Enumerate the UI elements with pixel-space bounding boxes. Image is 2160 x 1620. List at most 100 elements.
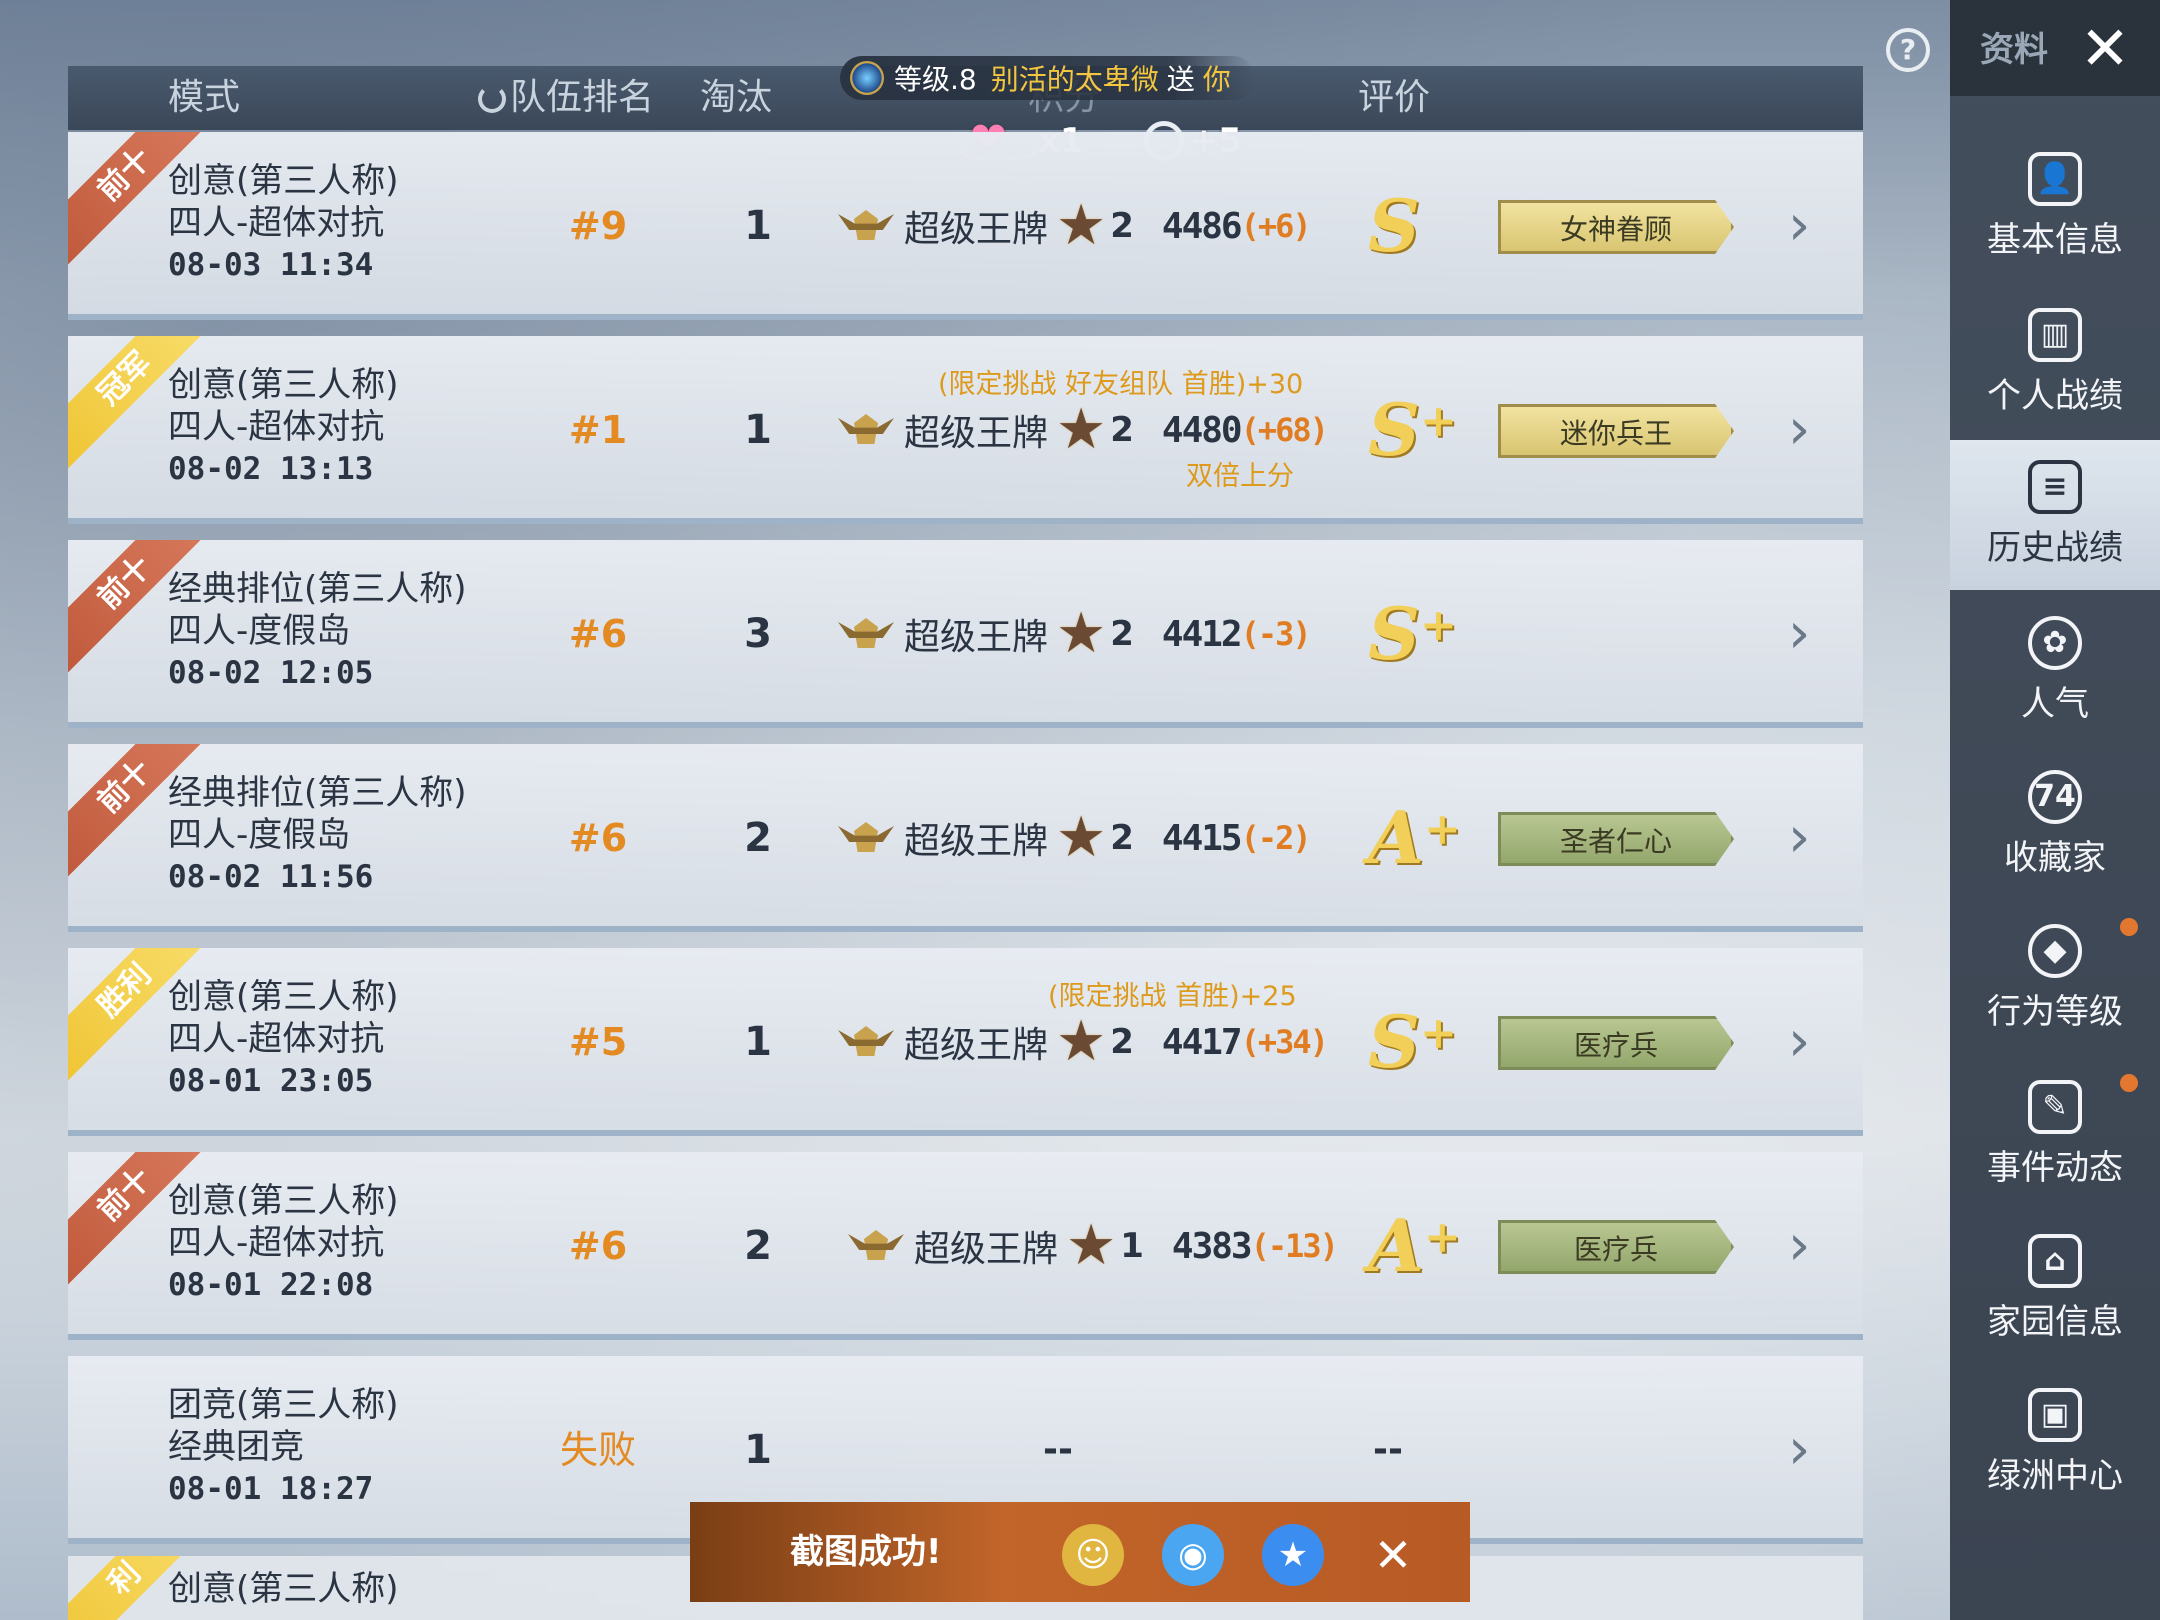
sidebar-item[interactable]: ▥ 个人战绩 — [1950, 288, 2160, 438]
header-team-rank[interactable]: 队伍排名 — [478, 66, 654, 130]
mode-block: 创意(第三人称) 四人-超体对抗 08-01 23:05 — [168, 976, 399, 1102]
tier-name: 超级王牌 — [904, 1025, 1049, 1066]
sidebar-item-label: 收藏家 — [2004, 838, 2106, 878]
match-row[interactable]: 前十 创意(第三人称) 四人-超体对抗 08-01 22:08 #6 2 超级王牌… — [68, 1152, 1863, 1340]
tier-wing-icon — [838, 408, 894, 452]
score-delta: (+34) — [1240, 1023, 1329, 1061]
profile-icon: 👤 — [2028, 152, 2082, 206]
mode-block: 创意(第三人称) 四人-超体对抗 08-02 13:13 — [168, 364, 399, 490]
sidebar-item[interactable]: 👤 基本信息 — [1950, 132, 2160, 282]
tier-stars: 2 — [1110, 1022, 1134, 1062]
share-qq-icon[interactable]: ◉ — [1162, 1524, 1224, 1586]
sidebar-item[interactable]: ◆ 行为等级 — [1950, 904, 2160, 1054]
match-row[interactable]: 前十 经典排位(第三人称) 四人-度假岛 08-02 12:05 #6 3 超级王… — [68, 540, 1863, 728]
chevron-right-icon[interactable]: › — [1788, 1218, 1828, 1274]
elim-count: 2 — [744, 815, 772, 861]
title-badge: 迷你兵王 — [1498, 404, 1734, 458]
title-badge: 女神眷顾 — [1498, 200, 1734, 254]
team-rank: #6 — [568, 1224, 628, 1268]
tier-name: 超级王牌 — [904, 821, 1049, 862]
close-icon[interactable]: ✕ — [2070, 18, 2140, 80]
header-rating: 评价 — [1358, 77, 1431, 118]
tier-block: 超级王牌 ★ 2 4486 (+6) — [838, 132, 1312, 314]
elim-count: 1 — [744, 203, 772, 249]
tier-star-icon: ★ — [1056, 601, 1107, 666]
sidebar-item[interactable]: ≡ 历史战绩 — [1950, 440, 2160, 590]
match-row[interactable]: 前十 创意(第三人称) 四人-超体对抗 08-03 11:34 #9 1 超级王牌… — [68, 132, 1863, 320]
mode-block: 经典排位(第三人称) 四人-度假岛 08-02 12:05 — [168, 568, 467, 694]
score: 4417 — [1161, 1021, 1243, 1063]
chevron-right-icon[interactable]: › — [1788, 402, 1828, 458]
event-icon: ✎ — [2028, 1080, 2082, 1134]
sidebar-item[interactable]: ✿ 人气 — [1950, 596, 2160, 746]
team-rank: 失败 — [559, 1428, 636, 1472]
sidebar-item-label: 行为等级 — [1987, 992, 2123, 1032]
sidebar-item[interactable]: ▣ 绿洲中心 — [1950, 1368, 2160, 1518]
grade: A+ — [1368, 1203, 1461, 1288]
score: 4486 — [1161, 205, 1243, 247]
sidebar-item[interactable]: ✎ 事件动态 — [1950, 1060, 2160, 1210]
match-row[interactable]: 冠军 创意(第三人称) 四人-超体对抗 08-02 13:13 #1 1 超级王牌… — [68, 336, 1863, 524]
match-row[interactable]: 胜利 创意(第三人称) 四人-超体对抗 08-01 23:05 #5 1 超级王牌… — [68, 948, 1863, 1136]
tier-wing-icon — [838, 816, 894, 860]
tier-star-icon: ★ — [1066, 1213, 1117, 1278]
help-icon[interactable]: ? — [1886, 28, 1930, 72]
mode-name: 创意(第三人称) — [168, 977, 399, 1017]
chevron-right-icon[interactable]: › — [1788, 810, 1828, 866]
sidebar-item[interactable]: 74 收藏家 — [1950, 750, 2160, 900]
match-time: 08-02 13:13 — [168, 451, 374, 487]
grade: S+ — [1368, 387, 1457, 472]
elim-count: 3 — [744, 611, 772, 657]
notice-target: 你 — [1202, 63, 1231, 96]
double-score-note: 双倍上分 — [1186, 461, 1294, 492]
elim-count: 1 — [744, 407, 772, 453]
notification-dot — [2120, 1074, 2138, 1092]
chevron-right-icon[interactable]: › — [1788, 198, 1828, 254]
tier-stars: 1 — [1120, 1226, 1144, 1266]
refresh-icon[interactable] — [478, 85, 506, 113]
chevron-right-icon[interactable]: › — [1788, 606, 1828, 662]
chevron-right-icon[interactable]: › — [1788, 1014, 1828, 1070]
submode-name: 四人-超体对抗 — [168, 1019, 385, 1059]
mode-block: 经典排位(第三人称) 四人-度假岛 08-02 11:56 — [168, 772, 467, 898]
tier-wing-icon — [838, 1020, 894, 1064]
submode-name: 四人-超体对抗 — [168, 407, 385, 447]
home-icon: ⌂ — [2028, 1234, 2082, 1288]
sidebar-item-label: 家园信息 — [1987, 1302, 2123, 1342]
sidebar-item-label: 事件动态 — [1987, 1148, 2123, 1188]
title-badge: 圣者仁心 — [1498, 812, 1734, 866]
history-icon: ≡ — [2028, 460, 2082, 514]
submode-name: 经典团竞 — [168, 1427, 304, 1467]
match-time: 08-02 12:05 — [168, 655, 374, 691]
sidebar-item-label: 绿洲中心 — [1987, 1456, 2123, 1496]
mode-name: 创意(第三人称) — [168, 1181, 399, 1221]
match-row[interactable]: 前十 经典排位(第三人称) 四人-度假岛 08-02 11:56 #6 2 超级王… — [68, 744, 1863, 932]
share-qzone-icon[interactable]: ★ — [1262, 1524, 1324, 1586]
sidebar-item[interactable]: ⌂ 家园信息 — [1950, 1214, 2160, 1364]
notification-dot — [2120, 918, 2138, 936]
grade: S+ — [1368, 999, 1457, 1084]
sender-level: 等级.8 — [894, 63, 977, 96]
sidebar-item-label: 基本信息 — [1987, 220, 2123, 260]
header-eliminations: 淘汰 — [700, 77, 773, 118]
header-mode: 模式 — [168, 77, 241, 118]
share-friends-icon[interactable]: ☺ — [1062, 1524, 1124, 1586]
grade: S+ — [1368, 591, 1457, 676]
score-delta: (-2) — [1240, 819, 1312, 857]
chevron-right-icon[interactable]: › — [1788, 1422, 1828, 1478]
sidebar-item-label: 个人战绩 — [1987, 376, 2123, 416]
tier-name: 超级王牌 — [904, 413, 1049, 454]
rose-icon: ✿ — [2028, 616, 2082, 670]
tier-stars: 2 — [1110, 818, 1134, 858]
sender-name: 别活的太卑微 — [990, 63, 1159, 96]
tier-wing-icon — [838, 612, 894, 656]
behavior-icon: ◆ — [2028, 924, 2082, 978]
score: 4412 — [1161, 613, 1243, 655]
grade: S — [1368, 183, 1420, 268]
tier-name: 超级王牌 — [904, 209, 1049, 250]
elim-count: 2 — [744, 1223, 772, 1269]
toast-close-icon[interactable]: ✕ — [1362, 1524, 1424, 1586]
stats-icon: ▥ — [2028, 308, 2082, 362]
tier-star-icon: ★ — [1056, 805, 1107, 870]
tier-block: 超级王牌 ★ 2 4415 (-2) — [838, 744, 1312, 926]
